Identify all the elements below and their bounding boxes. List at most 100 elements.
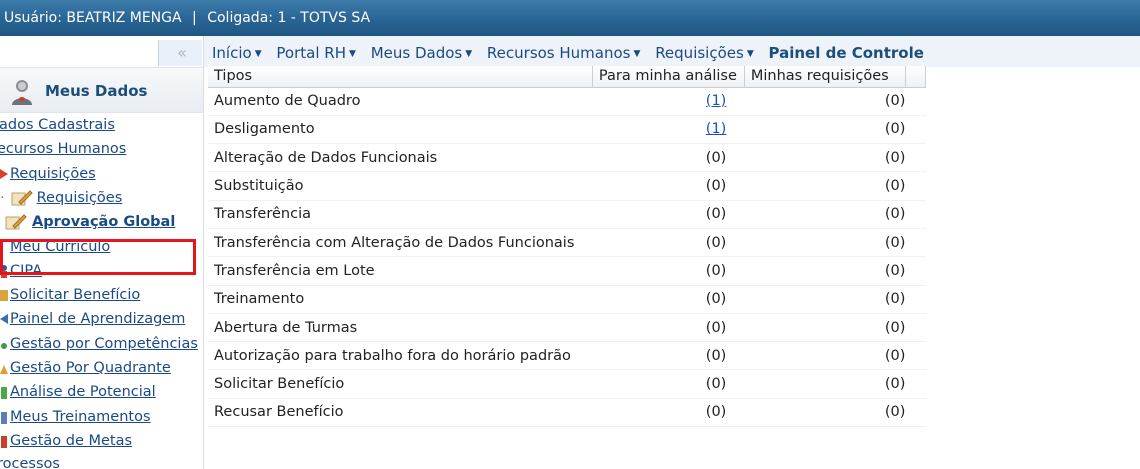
sidebar-link[interactable]: Meus Treinamentos (10, 409, 151, 425)
header-separator: | (192, 10, 197, 26)
breadcrumb-current: Painel de Controle (768, 44, 924, 62)
potential-icon (1, 387, 7, 399)
sidebar-link[interactable]: Solicitar Benefício (10, 287, 140, 303)
caret-down-icon[interactable]: ▼ (465, 49, 472, 59)
analysis-count-cell: (1) (592, 115, 745, 145)
double-chevron-left-icon: ‹‹ (177, 43, 187, 62)
breadcrumb-inicio[interactable]: Início (212, 44, 252, 62)
sidebar-item-analise-potencial[interactable]: Análise de Potencial (0, 382, 156, 402)
my-requests-count-cell: (0) (744, 341, 906, 371)
sidebar-link[interactable]: ados Cadastrais (0, 117, 115, 133)
table-row: Transferência com Alteração de Dados Fun… (208, 228, 926, 258)
sidebar-link[interactable]: Painel de Aprendizagem (10, 311, 185, 327)
my-requests-count-cell: (0) (744, 143, 906, 173)
top-header-bar: Usuário: BEATRIZ MENGA | Coligada: 1 - T… (0, 0, 1140, 36)
sidebar-link[interactable]: Gestão Por Quadrante (10, 360, 171, 376)
table-row: Desligamento (1) (0) (208, 115, 926, 145)
analysis-count-cell: (0) (592, 228, 745, 258)
goals-icon (1, 436, 7, 448)
sidebar-item-meus-treinamentos[interactable]: Meus Treinamentos (0, 407, 151, 427)
sidebar-item-solicitar-beneficio[interactable]: Solicitar Benefício (0, 285, 140, 305)
sidebar-item-requisicoes-sub[interactable]: · Requisições (0, 188, 122, 208)
sidebar-item-gestao-quadrante[interactable]: Gestão Por Quadrante (0, 358, 171, 378)
spacer-cell (905, 285, 926, 314)
my-requests-count-cell: (0) (744, 171, 906, 201)
breadcrumb-portal-rh[interactable]: Portal RH (276, 44, 346, 62)
user-icon (12, 80, 32, 105)
sidebar-item-requisicoes[interactable]: Requisições (0, 164, 96, 184)
analysis-count: (0) (705, 291, 727, 308)
analysis-count-cell: (0) (592, 143, 745, 173)
analysis-count: (0) (705, 178, 727, 195)
request-type-cell: Solicitar Benefício (208, 369, 593, 399)
analysis-count: (0) (705, 319, 727, 336)
table-row: Recusar Benefício (0) (0) (208, 398, 926, 428)
analysis-count-cell: (0) (592, 256, 745, 286)
requests-table: Tipos Para minha análise Minhas requisiç… (208, 66, 927, 428)
spacer-cell (905, 313, 926, 343)
sidebar-item-recursos-humanos[interactable]: ecursos Humanos (0, 139, 126, 159)
request-type-cell: Autorização para trabalho fora do horári… (208, 341, 593, 371)
sidebar-link[interactable]: Análise de Potencial (10, 384, 156, 400)
analysis-count-cell: (0) (592, 369, 745, 399)
sidebar-link[interactable]: Gestão de Metas (10, 433, 132, 449)
analysis-count: (0) (705, 206, 727, 223)
column-header-minhas-requisicoes[interactable]: Minhas requisições (744, 66, 906, 88)
sidebar-item-aprovacao-global[interactable]: Aprovação Global (5, 212, 175, 232)
my-requests-count-cell: (0) (744, 87, 906, 116)
sidebar-link[interactable]: Requisições (10, 166, 96, 182)
request-type-cell: Transferência (208, 200, 593, 229)
request-type-cell: Treinamento (208, 285, 593, 314)
analysis-count-cell: (0) (592, 285, 745, 314)
spacer-cell (905, 171, 926, 201)
sidebar-item-gestao-competencias[interactable]: Gestão por Competências (0, 334, 198, 354)
table-row: Transferência (0) (0) (208, 200, 926, 229)
training-icon (1, 412, 7, 424)
caret-down-icon[interactable]: ▼ (255, 49, 262, 59)
sidebar-item-processos[interactable]: rocessos (0, 454, 60, 469)
table-row: Solicitar Benefício (0) (0) (208, 369, 926, 399)
spacer-cell (905, 369, 926, 399)
caret-down-icon[interactable]: ▼ (349, 49, 356, 59)
analysis-count: (0) (705, 347, 727, 364)
analysis-count: (0) (705, 234, 727, 251)
arrow-icon (0, 169, 8, 179)
breadcrumb: Início ▼ Portal RH ▼ Meus Dados ▼ Recursos … (204, 36, 1140, 67)
breadcrumb-meus-dados[interactable]: Meus Dados (371, 44, 463, 62)
sidebar-link[interactable]: ecursos Humanos (0, 141, 126, 157)
meus-dados-header[interactable]: Meus Dados (0, 67, 203, 113)
tree-connector: · (0, 190, 5, 206)
request-type-cell: Aumento de Quadro (208, 87, 593, 116)
competency-icon (1, 343, 7, 349)
sidebar-link[interactable]: Gestão por Competências (10, 336, 198, 352)
analysis-count: (0) (705, 149, 727, 166)
sidebar-link[interactable]: rocessos (0, 456, 60, 469)
my-requests-count-cell: (0) (744, 256, 906, 286)
analysis-count-link[interactable]: (1) (706, 93, 727, 109)
table-header-row: Tipos Para minha análise Minhas requisiç… (208, 66, 927, 88)
sidebar-link[interactable]: Aprovação Global (32, 214, 175, 230)
breadcrumb-requisicoes[interactable]: Requisições (655, 44, 744, 62)
analysis-count-cell: (0) (592, 313, 745, 343)
my-requests-count-cell: (0) (744, 398, 906, 428)
column-header-tipos[interactable]: Tipos (208, 66, 593, 88)
sidebar-link[interactable]: Requisições (37, 190, 123, 206)
table-row: Treinamento (0) (0) (208, 285, 926, 314)
sidebar-item-gestao-metas[interactable]: Gestão de Metas (0, 431, 132, 451)
my-requests-count-cell: (0) (744, 285, 906, 314)
spacer-cell (905, 228, 926, 258)
sidebar-item-dados-cadastrais[interactable]: ados Cadastrais (0, 115, 115, 135)
spacer-cell (905, 256, 926, 286)
request-type-cell: Abertura de Turmas (208, 313, 593, 343)
analysis-count-cell: (0) (592, 398, 745, 428)
column-header-para-minha-analise[interactable]: Para minha análise (592, 66, 745, 88)
analysis-count-link[interactable]: (1) (706, 121, 727, 137)
spacer-cell (905, 398, 926, 428)
collapse-sidebar-button[interactable]: ‹‹ (158, 40, 202, 66)
section-title: Meus Dados (45, 82, 148, 100)
spacer-cell (905, 115, 926, 145)
caret-down-icon[interactable]: ▼ (633, 49, 640, 59)
sidebar-item-painel-aprendizagem[interactable]: Painel de Aprendizagem (0, 309, 185, 329)
breadcrumb-recursos-humanos[interactable]: Recursos Humanos (487, 44, 631, 62)
caret-down-icon[interactable]: ▼ (747, 49, 754, 59)
